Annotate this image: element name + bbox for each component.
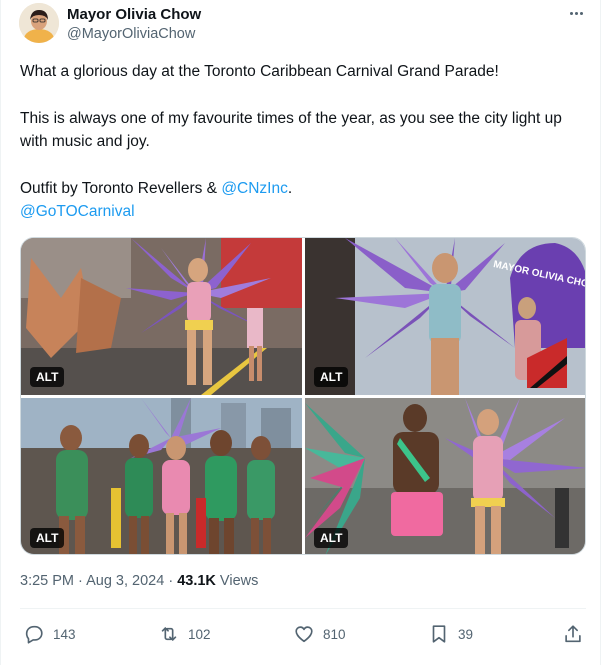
bookmark-icon: [432, 625, 446, 643]
tweet-time[interactable]: 3:25 PM: [20, 573, 74, 589]
views-label: Views: [215, 573, 259, 589]
like-count: 810: [323, 626, 346, 642]
tweet-line-3: Outfit by Toronto Revellers & @CNzInc.: [20, 179, 293, 197]
share-button[interactable]: [562, 622, 584, 646]
repost-count: 102: [188, 626, 211, 642]
heart-icon: [295, 626, 313, 643]
mention-cnzinc-link[interactable]: @CNzInc: [221, 180, 288, 197]
reply-count: 143: [53, 626, 76, 642]
tweet-line-1: What a glorious day at the Toronto Carib…: [20, 63, 499, 80]
avatar[interactable]: [19, 3, 59, 43]
bookmark-count: 39: [458, 626, 474, 642]
repost-icon: [161, 627, 177, 641]
mention-gotocarnival-link[interactable]: @GoTOCarnival: [20, 203, 135, 220]
author-handle[interactable]: @MayorOliviaChow: [67, 26, 195, 42]
tweet-text: What a glorious day at the Toronto Carib…: [20, 60, 580, 224]
alt-badge[interactable]: ALT: [314, 367, 349, 387]
divider: [20, 608, 586, 609]
photo-4[interactable]: ALT: [305, 398, 585, 554]
bookmark-button[interactable]: 39: [428, 622, 473, 646]
share-icon: [565, 625, 581, 643]
alt-badge[interactable]: ALT: [30, 528, 65, 548]
media-grid: ALT MAYOR OLIVIA CHOW ALT ALT ALT: [20, 237, 586, 555]
reply-button[interactable]: 143: [23, 622, 76, 646]
author-name[interactable]: Mayor Olivia Chow: [67, 6, 201, 23]
photo-3[interactable]: ALT: [21, 398, 302, 554]
photo-2[interactable]: MAYOR OLIVIA CHOW ALT: [305, 238, 585, 395]
repost-button[interactable]: 102: [158, 622, 211, 646]
more-options-icon[interactable]: [565, 3, 587, 23]
tweet-date[interactable]: Aug 3, 2024: [86, 573, 164, 589]
tweet-card: Mayor Olivia Chow @MayorOliviaChow What …: [0, 0, 601, 665]
outfit-credit-text: Outfit by Toronto Revellers &: [20, 179, 222, 197]
like-button[interactable]: 810: [293, 622, 346, 646]
alt-badge[interactable]: ALT: [314, 528, 349, 548]
views-count: 43.1K: [177, 573, 216, 589]
alt-badge[interactable]: ALT: [30, 367, 65, 387]
tweet-line-2: This is always one of my favourite times…: [20, 109, 562, 151]
tweet-metadata: 3:25 PM · Aug 3, 2024 · 43.1K Views: [20, 573, 259, 589]
photo-1[interactable]: ALT: [21, 238, 302, 395]
reply-icon: [25, 625, 43, 644]
